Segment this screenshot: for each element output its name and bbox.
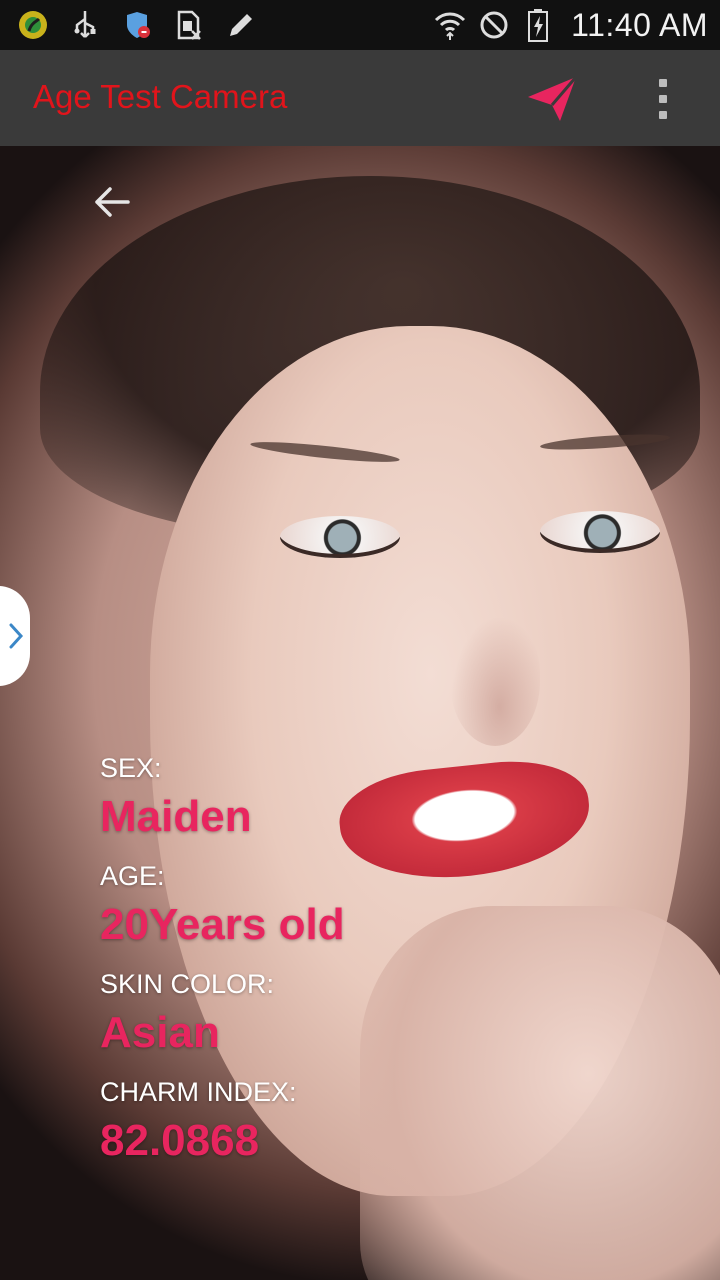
send-icon [528, 76, 578, 121]
sex-value: Maiden [100, 792, 252, 841]
battery-charging-icon [521, 8, 555, 42]
usb-icon [68, 8, 102, 42]
analysis-results: SEX: Maiden AGE: 20Years old SKIN COLOR:… [100, 752, 345, 1166]
photo-eye-right [540, 511, 660, 553]
chevron-right-icon [9, 623, 24, 649]
overflow-dot [659, 111, 667, 119]
back-arrow-icon [95, 187, 130, 217]
security-shield-icon [120, 8, 154, 42]
app-notification-icon [16, 8, 50, 42]
overflow-menu-button[interactable] [640, 72, 686, 126]
photo-eye-left [280, 516, 400, 558]
side-drawer-tab[interactable] [0, 586, 30, 686]
do-not-disturb-icon [477, 8, 511, 42]
back-button[interactable] [88, 182, 136, 222]
sex-label: SEX: [100, 753, 162, 783]
result-photo: SEX: Maiden AGE: 20Years old SKIN COLOR:… [0, 146, 720, 1280]
age-value: 20Years old [100, 900, 345, 949]
overflow-dot [659, 95, 667, 103]
charm-index-label: CHARM INDEX: [100, 1077, 297, 1107]
send-button[interactable] [522, 72, 582, 126]
skin-color-value: Asian [100, 1008, 220, 1057]
charm-index-value: 82.0868 [100, 1116, 260, 1165]
photo-nose [450, 616, 540, 746]
app-title: Age Test Camera [33, 78, 288, 115]
age-label: AGE: [100, 861, 165, 891]
wifi-icon [433, 8, 467, 42]
status-time: 11:40 AM [571, 6, 708, 43]
edit-pencil-icon [224, 8, 258, 42]
status-bar-right: 11:40 AM [433, 6, 708, 44]
status-bar-left [16, 6, 258, 44]
sim-card-icon [172, 8, 206, 42]
action-bar: Age Test Camera [0, 50, 720, 146]
photo-hand [360, 906, 720, 1280]
status-bar: 11:40 AM [0, 0, 720, 50]
skin-color-label: SKIN COLOR: [100, 969, 275, 999]
overflow-menu-icon [659, 79, 667, 87]
